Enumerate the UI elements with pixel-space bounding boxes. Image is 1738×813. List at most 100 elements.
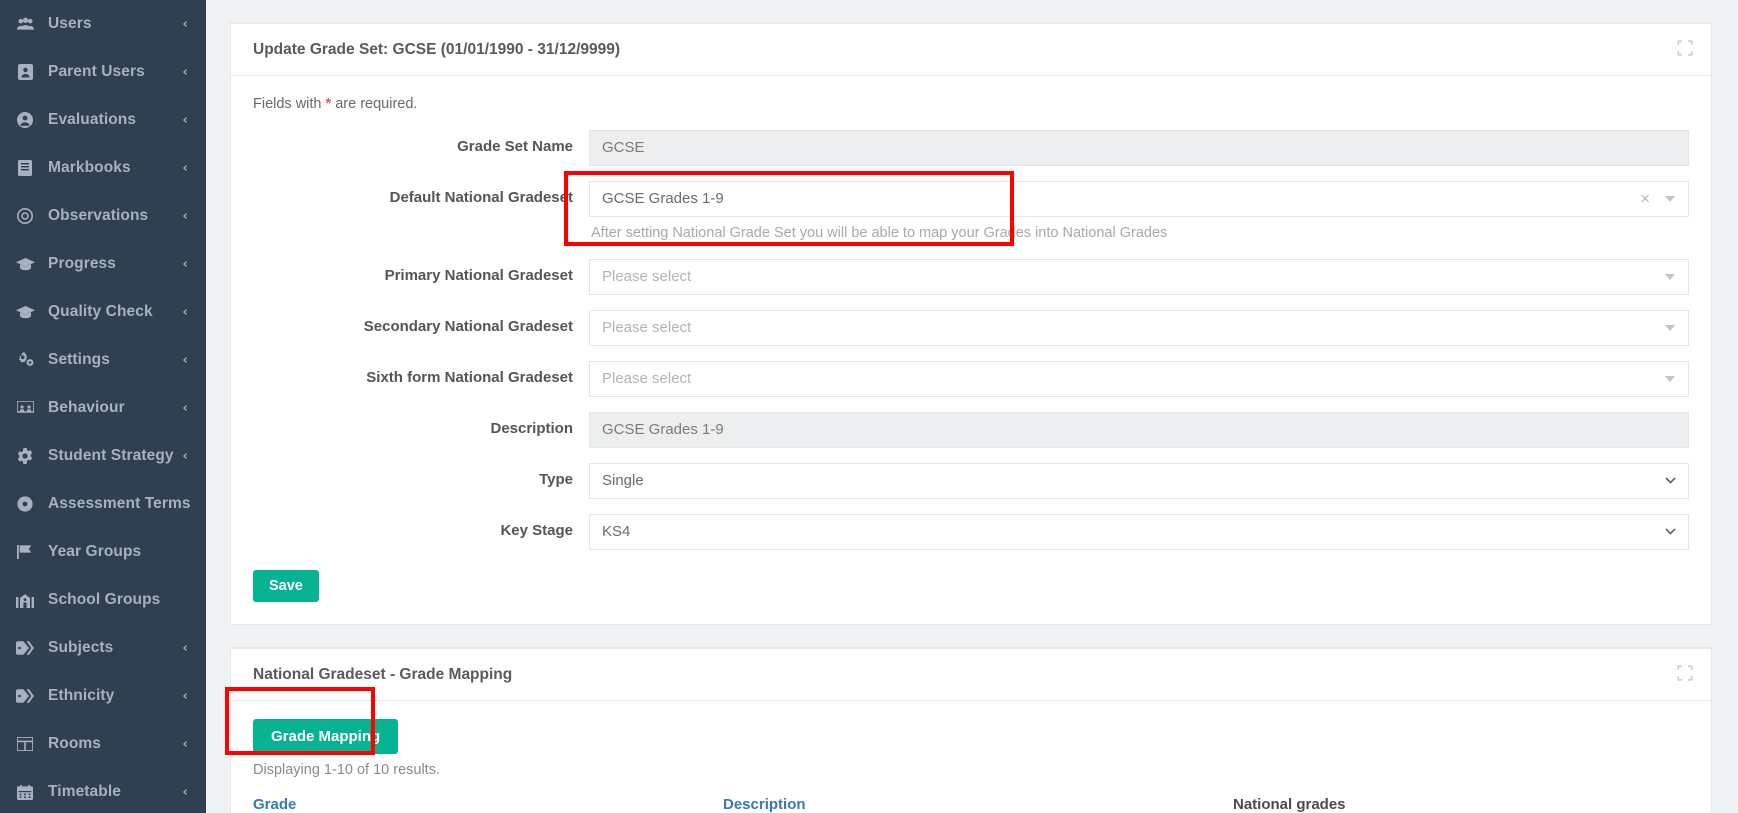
required-note-suffix: are required. xyxy=(331,96,418,112)
gear-icon xyxy=(14,448,36,464)
primary-national-gradeset-select[interactable]: Please select xyxy=(589,259,1689,295)
sidebar-item-parent-users[interactable]: Parent Users ‹ xyxy=(0,48,206,96)
sixthform-national-gradeset-label: Sixth form National Gradeset xyxy=(366,369,573,386)
sidebar-item-label: Behaviour xyxy=(48,399,125,416)
expand-icon[interactable] xyxy=(1677,40,1693,56)
tag-icon xyxy=(14,689,36,703)
chevron-left-icon: ‹ xyxy=(182,304,188,320)
grade-mapping-table: Grade Description National grades xyxy=(253,796,1689,813)
sidebar-item-ethnicity[interactable]: Ethnicity ‹ xyxy=(0,672,206,720)
sidebar-item-users[interactable]: Users ‹ xyxy=(0,0,206,48)
sidebar-item-label: Timetable xyxy=(48,783,121,800)
graduation-cap-icon xyxy=(14,305,36,319)
primary-national-gradeset-field-wrap: Please select xyxy=(589,259,1689,295)
chevron-down-icon[interactable] xyxy=(1665,196,1675,202)
panel-body: Fields with * are required. Grade Set Na… xyxy=(231,76,1711,624)
sidebar-item-label: Year Groups xyxy=(48,543,142,560)
chevron-left-icon: ‹ xyxy=(182,736,188,752)
sidebar-item-label: Quality Check xyxy=(48,303,153,320)
clear-icon[interactable]: × xyxy=(1639,190,1651,208)
chevron-left-icon: ‹ xyxy=(182,784,188,800)
secondary-national-gradeset-label: Secondary National Gradeset xyxy=(363,318,573,335)
chevron-left-icon: ‹ xyxy=(182,688,188,704)
sidebar-item-label: Rooms xyxy=(48,735,102,752)
grade-set-name-label: Grade Set Name xyxy=(457,138,573,155)
chevron-left-icon: ‹ xyxy=(182,208,188,224)
graduation-cap-icon xyxy=(14,257,36,271)
sidebar-item-markbooks[interactable]: Markbooks ‹ xyxy=(0,144,206,192)
column-header-grade[interactable]: Grade xyxy=(253,796,723,813)
grade-mapping-panel-body: Grade Mapping Displaying 1-10 of 10 resu… xyxy=(231,701,1711,813)
page-title: Update Grade Set: GCSE (01/01/1990 - 31/… xyxy=(253,41,621,58)
user-circle-icon xyxy=(14,112,36,128)
sidebar-item-quality-check[interactable]: Quality Check ‹ xyxy=(0,288,206,336)
required-fields-note: Fields with * are required. xyxy=(253,96,1689,112)
chevron-down-icon[interactable] xyxy=(1665,274,1675,280)
calendar-icon xyxy=(14,784,36,800)
description-label: Description xyxy=(490,420,573,437)
save-button[interactable]: Save xyxy=(253,570,319,602)
grade-set-name-field-wrap: GCSE xyxy=(589,130,1689,166)
type-label: Type xyxy=(539,471,573,488)
form-row-description: Description GCSE Grades 1-9 xyxy=(253,412,1689,448)
key-stage-select[interactable]: KS4 xyxy=(589,514,1689,550)
chevron-left-icon: ‹ xyxy=(182,400,188,416)
form-row-secondary-national-gradeset: Secondary National Gradeset Please selec… xyxy=(253,310,1689,346)
chevron-left-icon: ‹ xyxy=(182,16,188,32)
description-field-wrap: GCSE Grades 1-9 xyxy=(589,412,1689,448)
sidebar-item-observations[interactable]: Observations ‹ xyxy=(0,192,206,240)
id-card-icon xyxy=(14,64,36,80)
sidebar-item-label: Markbooks xyxy=(48,159,131,176)
expand-icon[interactable] xyxy=(1677,665,1693,681)
chevron-left-icon: ‹ xyxy=(182,448,188,464)
default-national-gradeset-field-wrap: GCSE Grades 1-9 × After setting National… xyxy=(589,181,1689,241)
column-header-description[interactable]: Description xyxy=(723,796,1233,813)
target-icon xyxy=(14,208,36,224)
type-select[interactable]: Single xyxy=(589,463,1689,499)
sidebar-item-behaviour[interactable]: Behaviour ‹ xyxy=(0,384,206,432)
grade-mapping-panel: National Gradeset - Grade Mapping Grade … xyxy=(225,647,1712,813)
sidebar-item-progress[interactable]: Progress ‹ xyxy=(0,240,206,288)
sidebar-item-subjects[interactable]: Subjects ‹ xyxy=(0,624,206,672)
grade-mapping-button[interactable]: Grade Mapping xyxy=(253,719,399,754)
sidebar-item-school-groups[interactable]: School Groups xyxy=(0,576,206,624)
chevron-down-icon[interactable] xyxy=(1665,325,1675,331)
form-row-type: Type Single xyxy=(253,463,1689,499)
sidebar-item-label: Student Strategy xyxy=(48,447,174,464)
app-root: Users ‹ Parent Users ‹ Evaluations ‹ Mar… xyxy=(0,0,1738,813)
sidebar-item-rooms[interactable]: Rooms ‹ xyxy=(0,720,206,768)
update-grade-set-panel: Update Grade Set: GCSE (01/01/1990 - 31/… xyxy=(230,22,1712,625)
chevron-left-icon: ‹ xyxy=(182,64,188,80)
required-note-prefix: Fields with xyxy=(253,96,326,112)
sidebar-item-assessment-terms[interactable]: Assessment Terms xyxy=(0,480,206,528)
sidebar-item-settings[interactable]: Settings ‹ xyxy=(0,336,206,384)
type-field-wrap: Single xyxy=(589,463,1689,499)
key-stage-label: Key Stage xyxy=(500,522,573,539)
secondary-national-gradeset-select[interactable]: Please select xyxy=(589,310,1689,346)
default-national-gradeset-label: Default National Gradeset xyxy=(389,189,573,206)
form-row-grade-set-name: Grade Set Name GCSE xyxy=(253,130,1689,166)
description-input: GCSE Grades 1-9 xyxy=(589,412,1689,448)
default-national-gradeset-select[interactable]: GCSE Grades 1-9 xyxy=(589,181,1689,217)
chevron-left-icon: ‹ xyxy=(182,352,188,368)
gears-icon xyxy=(14,352,36,368)
chevron-left-icon: ‹ xyxy=(182,112,188,128)
users-icon xyxy=(14,17,36,31)
panel-header: National Gradeset - Grade Mapping xyxy=(231,649,1711,701)
sidebar-item-timetable[interactable]: Timetable ‹ xyxy=(0,768,206,813)
sidebar-item-label: School Groups xyxy=(48,591,161,608)
sidebar-item-student-strategy[interactable]: Student Strategy ‹ xyxy=(0,432,206,480)
panel-header: Update Grade Set: GCSE (01/01/1990 - 31/… xyxy=(231,24,1711,76)
form-row-primary-national-gradeset: Primary National Gradeset Please select xyxy=(253,259,1689,295)
primary-national-gradeset-label: Primary National Gradeset xyxy=(384,267,573,284)
form-row-sixthform-national-gradeset: Sixth form National Gradeset Please sele… xyxy=(253,361,1689,397)
chevron-down-icon[interactable] xyxy=(1665,376,1675,382)
school-icon xyxy=(14,593,36,608)
default-national-gradeset-help: After setting National Grade Set you wil… xyxy=(591,225,1168,241)
sidebar-item-evaluations[interactable]: Evaluations ‹ xyxy=(0,96,206,144)
sidebar-item-year-groups[interactable]: Year Groups xyxy=(0,528,206,576)
grade-mapping-panel-title: National Gradeset - Grade Mapping xyxy=(253,666,513,683)
sixthform-national-gradeset-select[interactable]: Please select xyxy=(589,361,1689,397)
form-row-key-stage: Key Stage KS4 xyxy=(253,514,1689,550)
chevron-left-icon: ‹ xyxy=(182,256,188,272)
